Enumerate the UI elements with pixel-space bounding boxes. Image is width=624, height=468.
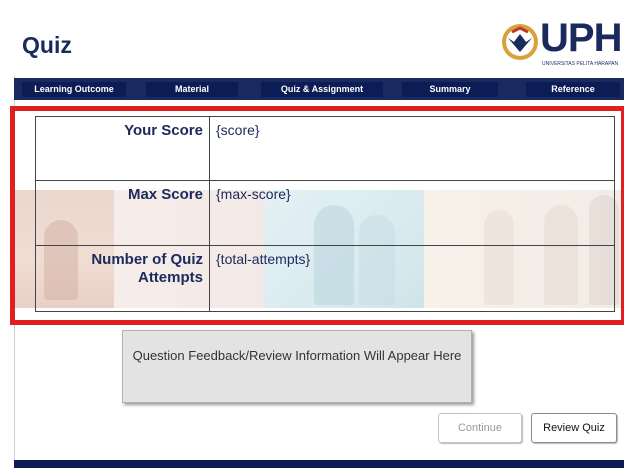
main-navigation: Learning Outcome Material Quiz & Assignm… [14,78,624,100]
highlight-frame [10,106,624,325]
logo-wordmark: UPH [540,16,622,60]
logo-subtitle: UNIVERSITAS PELITA HARAPAN [542,61,619,67]
nav-tab-summary[interactable]: Summary [402,82,498,97]
uph-logo: UPH UNIVERSITAS PELITA HARAPAN [500,16,624,67]
nav-tab-quiz-assignment[interactable]: Quiz & Assignment [261,82,383,97]
feedback-placeholder: Question Feedback/Review Information Wil… [122,330,472,403]
review-quiz-button[interactable]: Review Quiz [531,413,617,443]
page-title: Quiz [22,32,72,58]
nav-tab-reference[interactable]: Reference [526,82,620,97]
header: Quiz UPH UNIVERSITAS PELITA HARAPAN [0,0,624,76]
nav-tab-learning-outcome[interactable]: Learning Outcome [22,82,126,97]
uph-emblem-icon [502,24,538,60]
continue-button[interactable]: Continue [438,413,522,443]
footer-bar [14,460,624,468]
nav-tab-material[interactable]: Material [146,82,238,97]
